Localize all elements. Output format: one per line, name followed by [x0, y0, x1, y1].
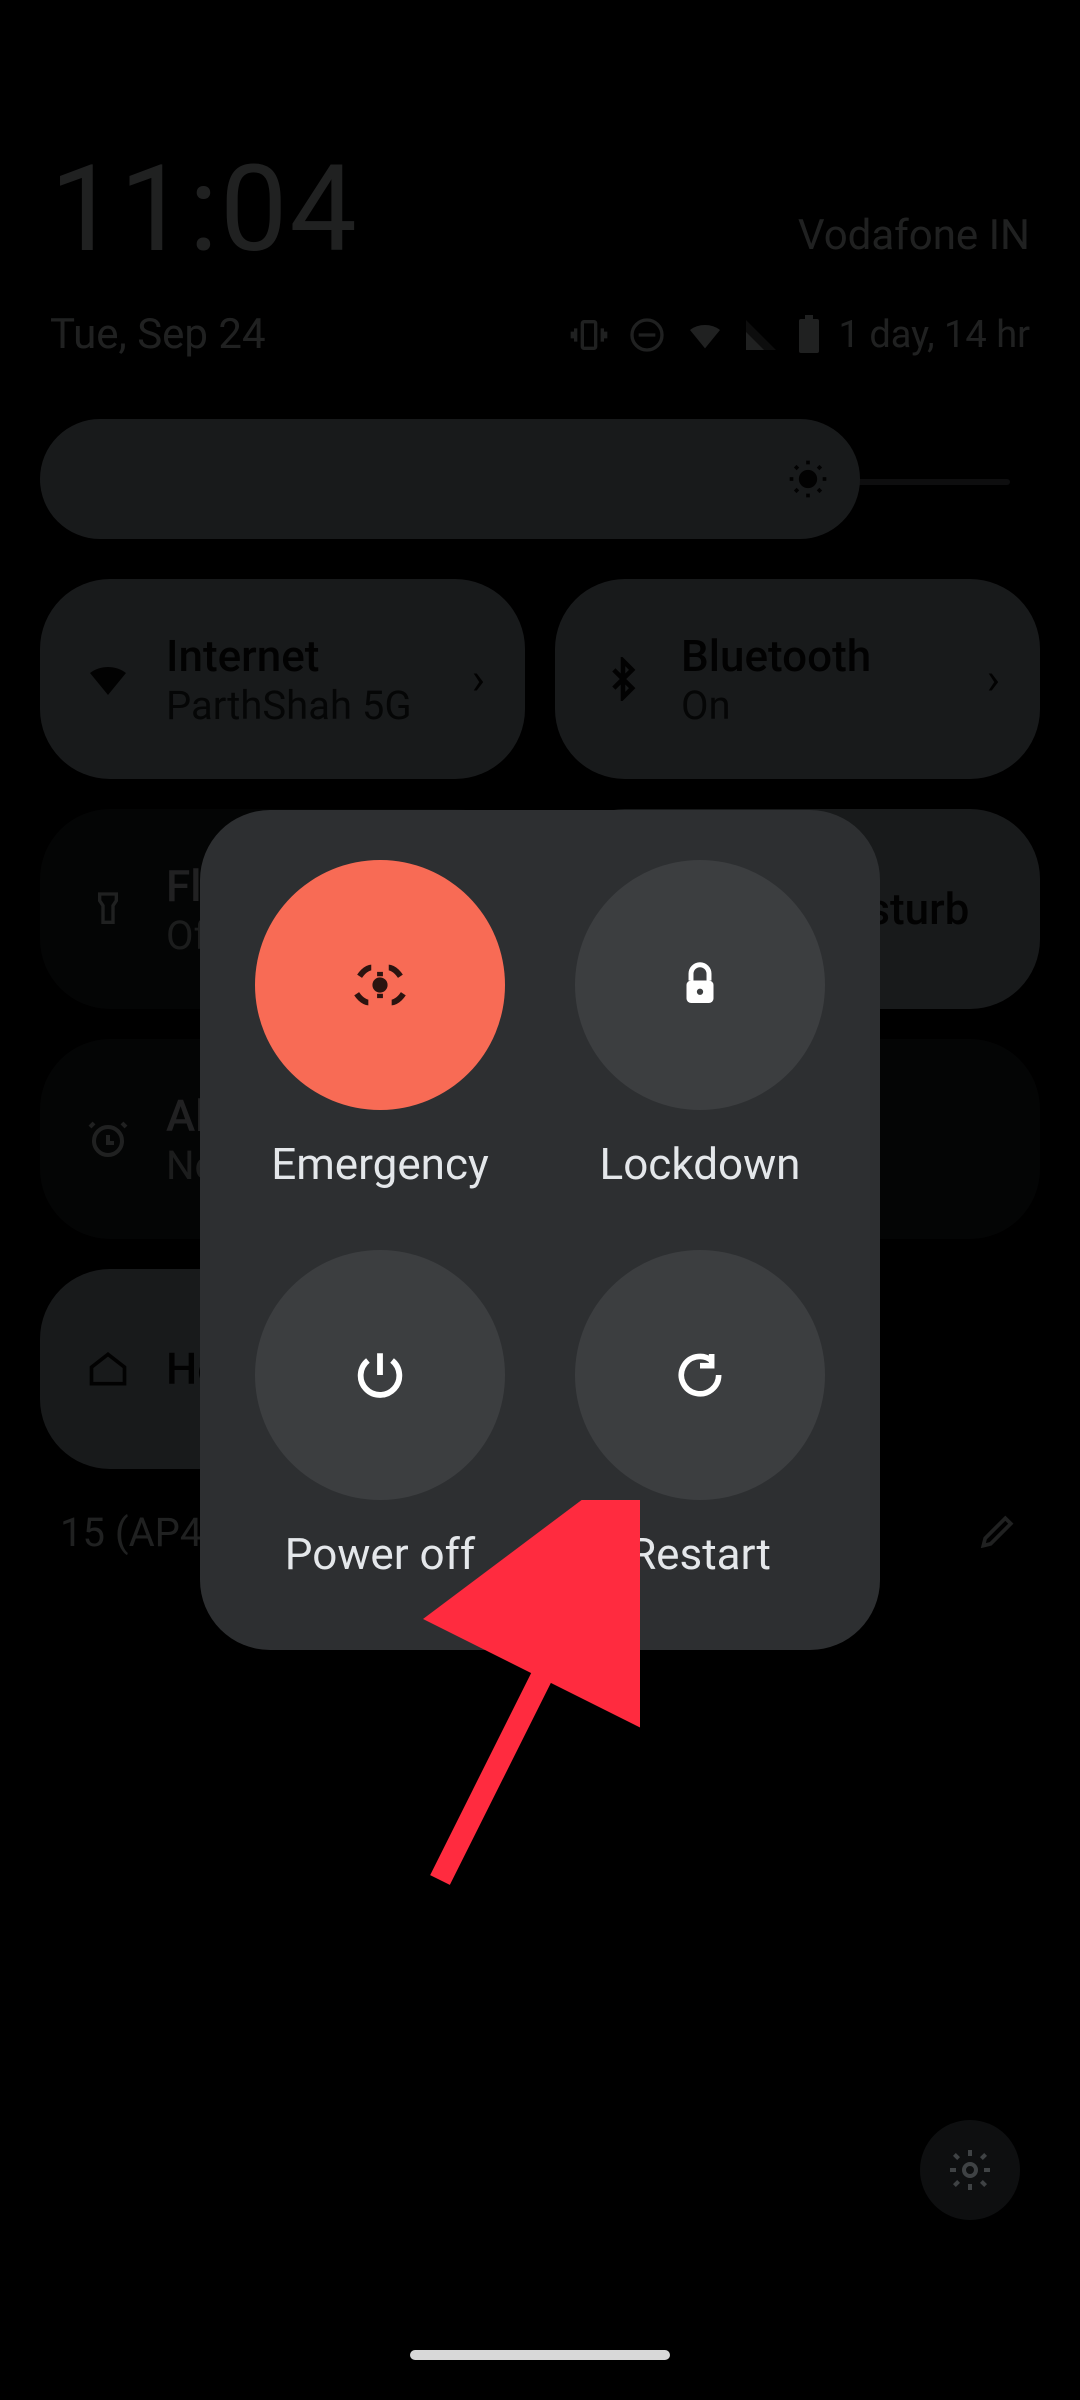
emergency-icon	[345, 950, 415, 1020]
restart-label: Restart	[629, 1528, 771, 1580]
lockdown-label: Lockdown	[600, 1138, 801, 1190]
power-icon	[351, 1346, 409, 1404]
gesture-home-pill[interactable]	[410, 2350, 670, 2360]
power-off-label: Power off	[285, 1528, 475, 1580]
lock-icon	[673, 958, 727, 1012]
power-off-button[interactable]: Power off	[240, 1250, 520, 1580]
lockdown-button[interactable]: Lockdown	[560, 860, 840, 1190]
emergency-button[interactable]: Emergency	[240, 860, 520, 1190]
restart-button[interactable]: Restart	[560, 1250, 840, 1580]
emergency-label: Emergency	[271, 1138, 489, 1190]
restart-icon	[672, 1347, 728, 1403]
power-menu: Emergency Lockdown Power off	[200, 810, 880, 1650]
